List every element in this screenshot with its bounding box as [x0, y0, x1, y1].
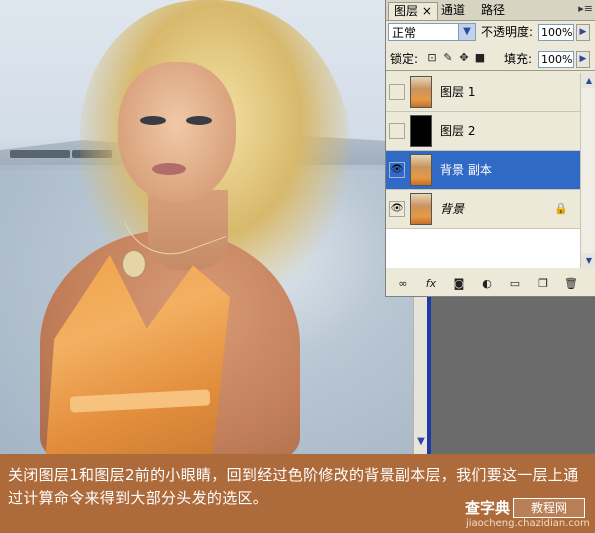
layer-name: 背景 副本 — [440, 163, 492, 177]
layer-row-2[interactable]: 图层 2 — [386, 112, 580, 151]
fill-flyout-icon[interactable]: ▶ — [576, 51, 590, 68]
photo-canvas[interactable] — [0, 0, 413, 454]
lock-all-icon[interactable]: ■ — [474, 52, 486, 64]
scroll-up-arrow-icon[interactable]: ▲ — [581, 73, 595, 88]
visibility-toggle[interactable] — [389, 123, 405, 139]
right-eye — [186, 116, 212, 125]
lock-move-icon[interactable]: ✥ — [458, 52, 470, 64]
opacity-flyout-icon[interactable]: ▶ — [576, 24, 590, 41]
lock-icon: 🔒 — [554, 202, 568, 215]
pendant — [122, 250, 146, 278]
lock-label: 锁定: — [390, 52, 419, 66]
layer-thumbnail — [410, 193, 432, 225]
face — [118, 62, 236, 202]
boat — [10, 150, 70, 158]
layer-thumbnail — [410, 76, 432, 108]
layers-bottom-toolbar: ∞ fx ◙ ◐ ▭ ❐ 🗑 — [386, 274, 595, 294]
layers-scrollbar[interactable]: ▲ ▼ — [580, 73, 595, 268]
lock-brush-icon[interactable]: ✎ — [442, 52, 454, 64]
lock-transparent-icon[interactable]: ⊡ — [426, 52, 438, 64]
tab-channels[interactable]: 通道 — [436, 2, 470, 19]
layers-list: 图层 1 图层 2 👁 背景 副本 👁 背景 🔒 ▲ ▼ — [386, 73, 595, 268]
layer-name: 背景 — [440, 202, 465, 216]
layer-thumbnail — [410, 115, 432, 147]
fill-input[interactable]: 100% — [538, 51, 574, 68]
fill-label: 填充: — [504, 52, 533, 66]
layers-panel: 图层 × 通道 路径 ▸≡ 正常 ▼ 不透明度: 100% ▶ 锁定: ⊡ ✎ … — [385, 0, 595, 297]
panel-tabs: 图层 × 通道 路径 ▸≡ — [386, 0, 595, 21]
chevron-down-icon[interactable]: ▼ — [458, 24, 475, 40]
trash-icon[interactable]: 🗑 — [562, 276, 580, 292]
folder-icon[interactable]: ▭ — [506, 276, 524, 292]
left-eye — [140, 116, 166, 125]
canvas-edge — [427, 296, 431, 454]
layer-row-background-copy[interactable]: 👁 背景 副本 — [386, 151, 580, 190]
tab-layers[interactable]: 图层 × — [388, 2, 438, 20]
layer-row-background[interactable]: 👁 背景 🔒 — [386, 190, 580, 229]
fx-icon[interactable]: fx — [422, 276, 440, 292]
layer-name: 图层 1 — [440, 85, 476, 99]
panel-menu-icon[interactable]: ▸≡ — [578, 2, 593, 15]
adjustment-icon[interactable]: ◐ — [478, 276, 496, 292]
blend-opacity-row: 正常 ▼ 不透明度: 100% ▶ — [386, 22, 595, 44]
new-layer-icon[interactable]: ❐ — [534, 276, 552, 292]
opacity-input[interactable]: 100% — [538, 24, 574, 41]
layer-name: 图层 2 — [440, 124, 476, 138]
blend-mode-select[interactable]: 正常 ▼ — [388, 23, 476, 41]
link-icon[interactable]: ∞ — [394, 276, 412, 292]
lock-fill-row: 锁定: ⊡ ✎ ✥ ■ 填充: 100% ▶ — [386, 48, 595, 71]
visibility-toggle[interactable] — [389, 84, 405, 100]
opacity-label: 不透明度: — [481, 25, 534, 39]
eye-icon[interactable]: 👁 — [389, 201, 405, 217]
scroll-down-arrow-icon[interactable]: ▼ — [414, 434, 428, 450]
layer-row-1[interactable]: 图层 1 — [386, 73, 580, 112]
lips — [152, 163, 186, 175]
mask-icon[interactable]: ◙ — [450, 276, 468, 292]
tab-paths[interactable]: 路径 — [476, 2, 510, 19]
watermark-brand: 查字典 — [465, 499, 511, 517]
eye-icon[interactable]: 👁 — [389, 162, 405, 178]
blend-mode-value: 正常 — [392, 26, 417, 40]
watermark-box: 教程网 — [513, 498, 585, 518]
watermark-url: jiaocheng.chazidian.com — [466, 518, 590, 529]
scroll-down-arrow-icon[interactable]: ▼ — [581, 253, 595, 268]
layer-thumbnail — [410, 154, 432, 186]
